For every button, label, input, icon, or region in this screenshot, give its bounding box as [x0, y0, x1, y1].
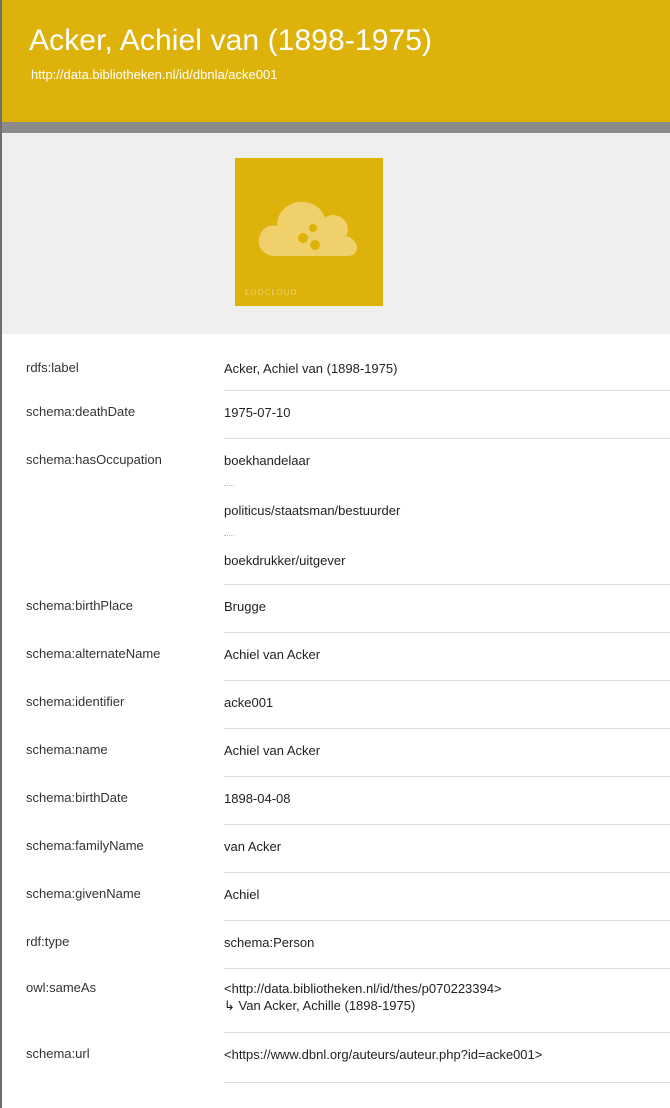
property-values: Achiel van Acker [224, 646, 670, 663]
property-row: schema:birthPlace Brugge [2, 585, 670, 633]
property-values: Acker, Achiel van (1898-1975) [224, 360, 670, 377]
property-value: 1898-04-08 [224, 791, 291, 806]
property-value: schema:Person [224, 935, 315, 950]
property-predicate: schema:hasOccupation [26, 452, 162, 467]
property-row: schema:hasOccupation boekhandelaar politic… [2, 439, 670, 585]
property-predicate: schema:birthPlace [26, 598, 133, 613]
property-row: schema:birthDate 1898-04-08 [2, 777, 670, 825]
property-predicate: schema:birthDate [26, 790, 128, 805]
property-row: schema:deathDate 1975-07-10 [2, 391, 670, 439]
property-values: Brugge [224, 598, 670, 615]
property-predicate: schema:alternateName [26, 646, 161, 661]
property-values: 1975-07-10 [224, 404, 670, 421]
property-value[interactable]: boekhandelaar [224, 452, 670, 469]
property-row: rdf:type schema:Person [2, 921, 670, 969]
same-as-label: ↳ Van Acker, Achille (1898-1975) [224, 998, 416, 1013]
property-value[interactable]: boekdrukker/uitgever [224, 552, 670, 569]
page-header: Acker, Achiel van (1898-1975) http://dat… [2, 0, 670, 122]
property-values: boekhandelaar politicus/staatsman/bestuur… [224, 452, 670, 569]
property-value[interactable]: <http://data.bibliotheken.nl/id/thes/p07… [224, 980, 670, 997]
property-row: schema:alternateName Achiel van Acker [2, 633, 670, 681]
resource-uri-link[interactable]: http://data.bibliotheken.nl/id/dbnla/ack… [31, 67, 277, 82]
property-predicate: owl:sameAs [26, 980, 97, 995]
image-banner: LODCLOUD [2, 133, 670, 334]
header-divider [2, 122, 670, 133]
property-values: <https://www.dbnl.org/auteurs/auteur.php… [224, 1046, 670, 1063]
property-predicate: rdf:type [26, 934, 70, 949]
property-value[interactable]: politicus/staatsman/bestuurder [224, 502, 670, 519]
property-values: Achiel [224, 886, 670, 903]
property-row: rdfs:label Acker, Achiel van (1898-1975) [2, 346, 670, 391]
property-predicate: schema:url [26, 1046, 90, 1061]
property-values: 1898-04-08 [224, 790, 670, 807]
property-row: schema:name Achiel van Acker [2, 729, 670, 777]
property-values: <http://data.bibliotheken.nl/id/thes/p07… [224, 980, 670, 1014]
property-row: schema:givenName Achiel [2, 873, 670, 921]
property-values: Achiel van Acker [224, 742, 670, 759]
property-value: Achiel van Acker [224, 647, 321, 662]
property-table: rdfs:label Acker, Achiel van (1898-1975) s… [2, 346, 670, 1083]
logo-caption: LODCLOUD [245, 288, 298, 297]
property-value[interactable]: <https://www.dbnl.org/auteurs/auteur.php… [224, 1046, 670, 1063]
property-value: 1975-07-10 [224, 405, 291, 420]
property-row: owl:sameAs <http://data.bibliotheken.nl/i… [2, 969, 670, 1033]
property-row: schema:familyName van Acker [2, 825, 670, 873]
property-value: Achiel [224, 887, 260, 902]
lodcloud-logo: LODCLOUD [235, 158, 383, 306]
property-value: Acker, Achiel van (1898-1975) [224, 361, 398, 376]
cloud-icon [258, 201, 357, 256]
property-values: van Acker [224, 838, 670, 855]
row-divider [224, 1082, 670, 1083]
property-predicate: schema:identifier [26, 694, 125, 709]
property-predicate: schema:familyName [26, 838, 144, 853]
property-predicate: rdfs:label [26, 360, 79, 375]
property-values: schema:Person [224, 934, 670, 951]
property-predicate: schema:deathDate [26, 404, 136, 419]
page-title: Acker, Achiel van (1898-1975) [29, 24, 433, 57]
property-values: acke001 [224, 694, 670, 711]
property-predicate: schema:givenName [26, 886, 141, 901]
property-row: schema:identifier acke001 [2, 681, 670, 729]
value-separator [224, 485, 234, 486]
property-value: Achiel van Acker [224, 743, 321, 758]
property-value: acke001 [224, 695, 274, 710]
value-separator [224, 535, 234, 536]
property-value: van Acker [224, 839, 282, 854]
property-value[interactable]: Brugge [224, 598, 670, 615]
property-predicate: schema:name [26, 742, 108, 757]
property-row: schema:url <https://www.dbnl.org/auteurs/… [2, 1033, 670, 1083]
